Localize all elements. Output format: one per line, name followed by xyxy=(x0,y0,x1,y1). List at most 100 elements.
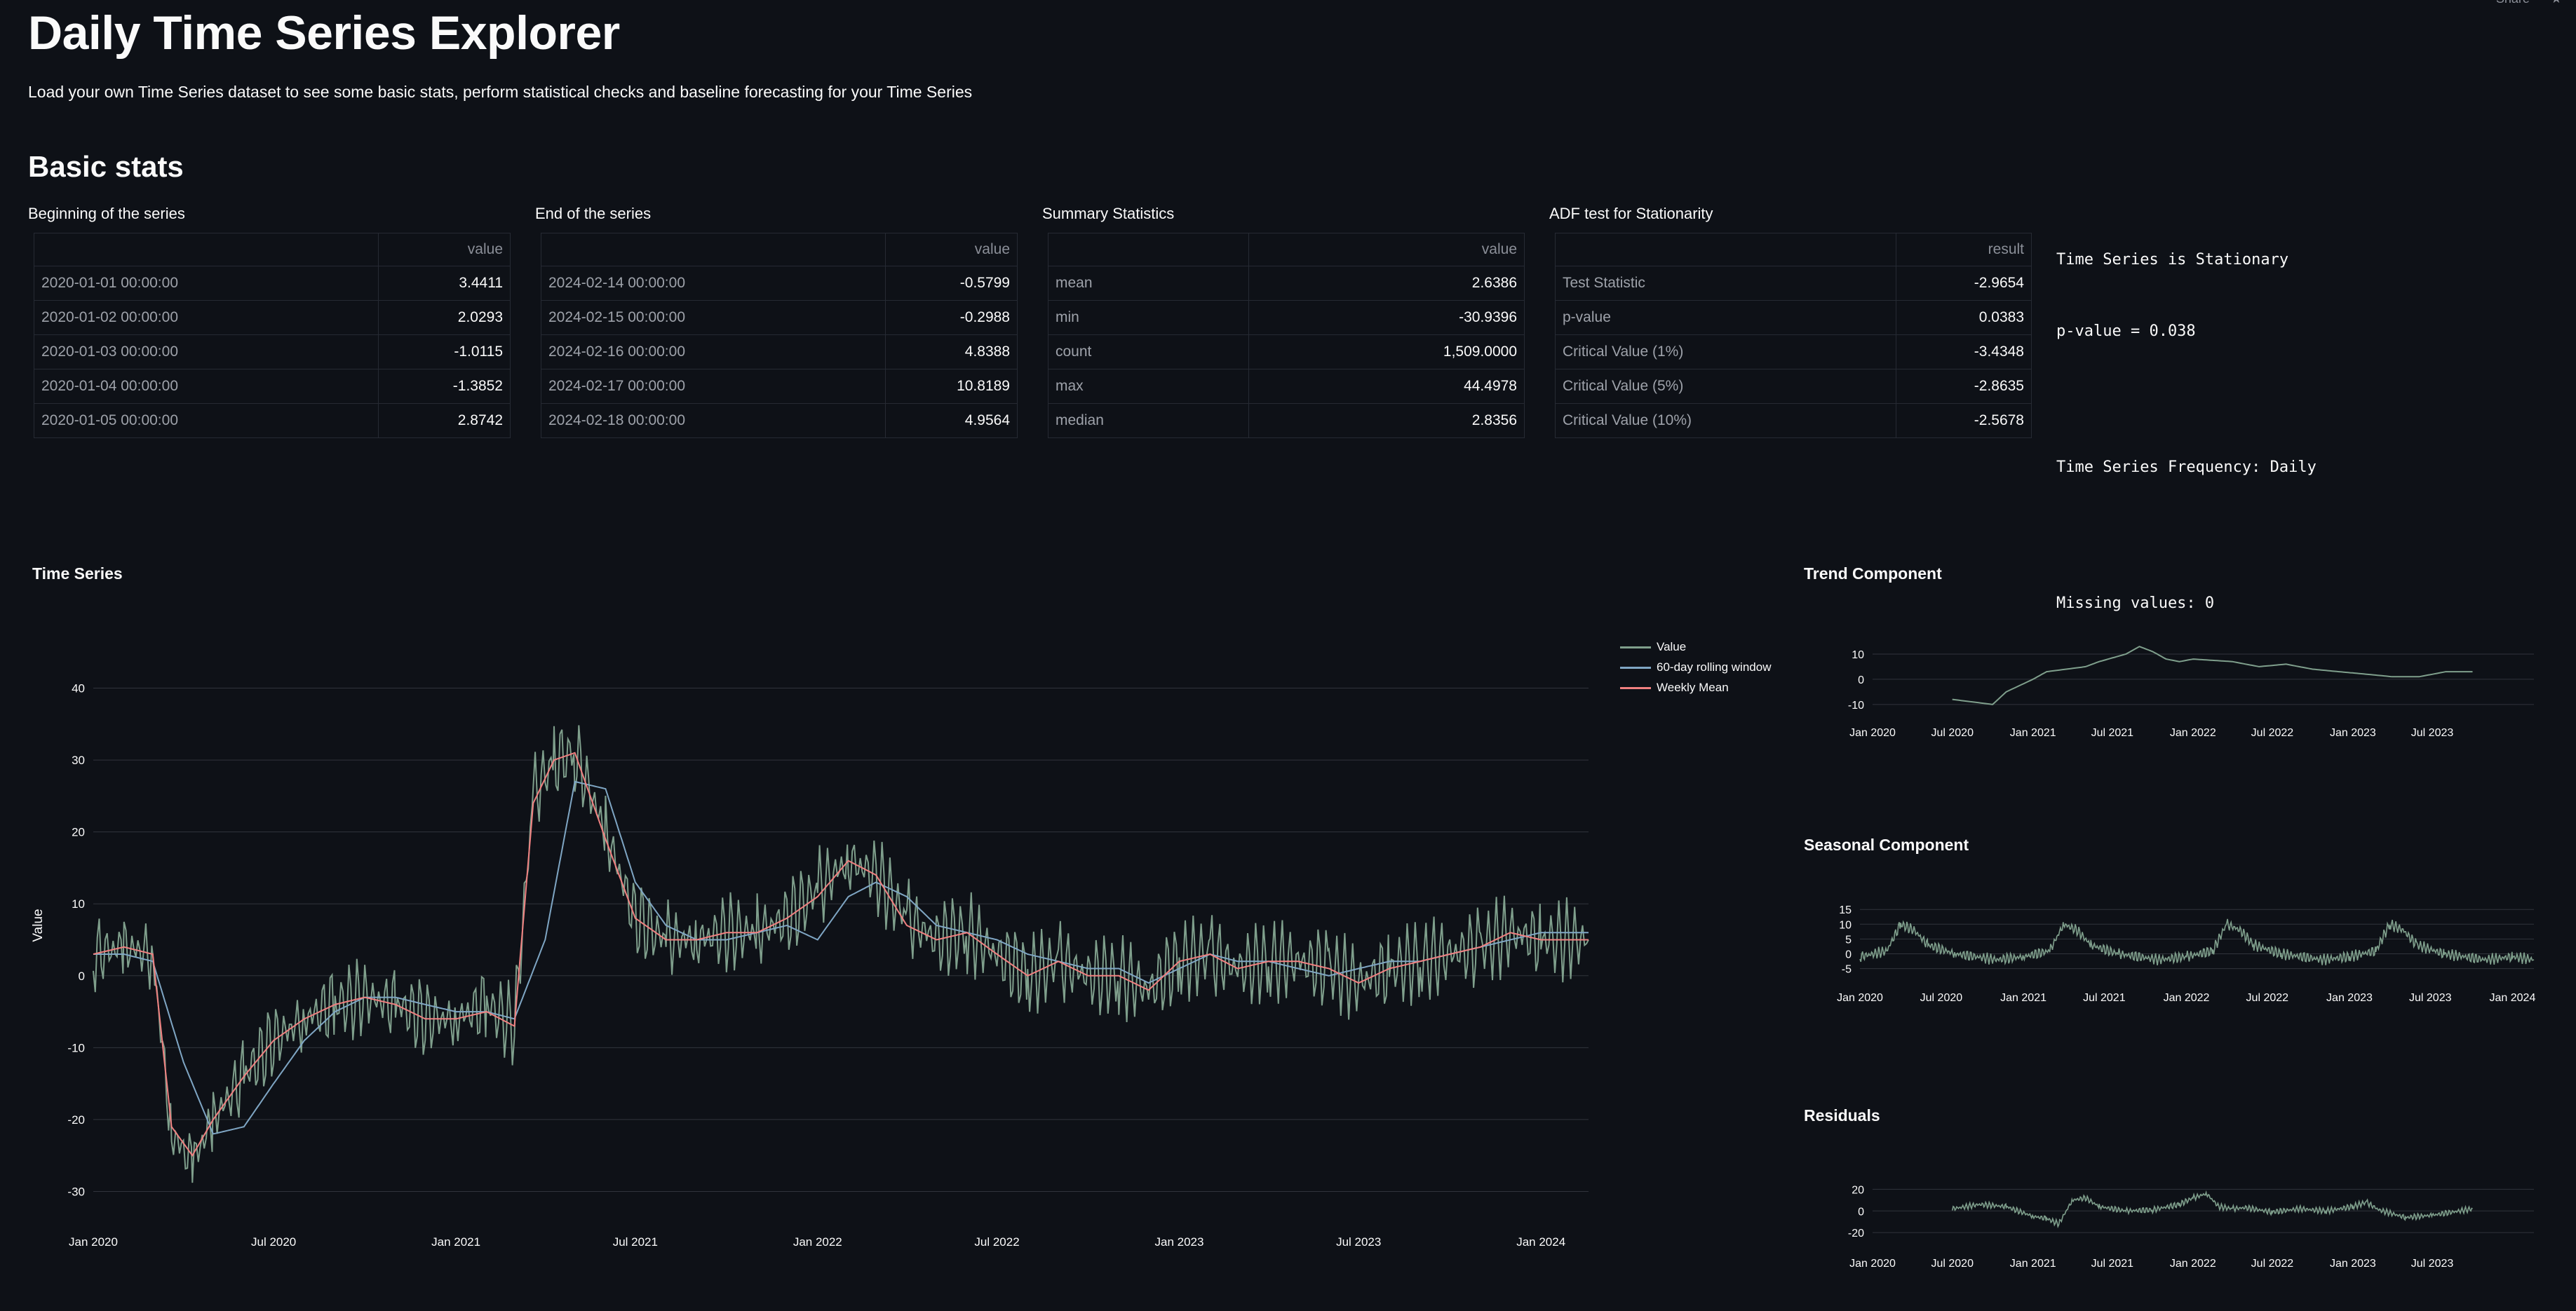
value-cell[interactable]: 2.8356 xyxy=(1248,403,1525,438)
table-row[interactable]: 2020-01-01 00:00:00 3.4411 xyxy=(34,266,511,301)
y-tick-label: -20 xyxy=(1848,1228,1864,1239)
column-header[interactable]: value xyxy=(378,233,511,266)
x-tick-label: Jan 2023 xyxy=(2330,727,2376,739)
column-header[interactable]: value xyxy=(885,233,1018,266)
x-tick-label: Jul 2021 xyxy=(2091,1258,2134,1270)
table-adf[interactable]: result Test Statistic -2.9654 p-value 0.038… xyxy=(1555,233,2032,438)
x-tick-label: Jul 2022 xyxy=(2251,727,2294,739)
table-row[interactable]: 2020-01-05 00:00:00 2.8742 xyxy=(34,403,511,438)
row-index-cell[interactable]: median xyxy=(1048,403,1249,438)
table-row[interactable]: p-value 0.0383 xyxy=(1555,300,2032,335)
x-tick-label: Jan 2023 xyxy=(1155,1235,1204,1249)
row-index-cell[interactable]: 2024-02-15 00:00:00 xyxy=(541,300,886,335)
row-index-cell[interactable]: p-value xyxy=(1555,300,1896,335)
table-row[interactable]: Critical Value (10%) -2.5678 xyxy=(1555,403,2032,438)
column-header[interactable]: result xyxy=(1896,233,2032,266)
row-index-cell[interactable]: 2020-01-01 00:00:00 xyxy=(34,266,379,301)
table-beginning[interactable]: value 2020-01-01 00:00:00 3.4411 2020-01-0… xyxy=(34,233,511,438)
x-tick-label: Jul 2020 xyxy=(1931,727,1974,739)
star-icon[interactable]: ★ xyxy=(2551,0,2562,6)
value-cell[interactable]: 2.6386 xyxy=(1248,266,1525,301)
series-line-1 xyxy=(93,725,1589,1183)
row-index-cell[interactable]: Critical Value (1%) xyxy=(1555,334,1896,369)
table-end[interactable]: value 2024-02-14 00:00:00 -0.5799 2024-02-… xyxy=(541,233,1018,438)
info-line-frequency: Time Series Frequency: Daily xyxy=(2056,458,2317,476)
table-row[interactable]: 2024-02-15 00:00:00 -0.2988 xyxy=(541,300,1018,335)
value-cell[interactable]: -0.2988 xyxy=(885,300,1018,335)
value-cell[interactable]: -1.0115 xyxy=(378,334,511,369)
value-cell[interactable]: 4.9564 xyxy=(885,403,1018,438)
table-row[interactable]: 2024-02-16 00:00:00 4.8388 xyxy=(541,334,1018,369)
x-tick-label: Jan 2021 xyxy=(431,1235,480,1249)
x-tick-label: Jul 2023 xyxy=(2409,992,2452,1004)
table-row[interactable]: 2020-01-03 00:00:00 -1.0115 xyxy=(34,334,511,369)
value-cell[interactable]: 2.0293 xyxy=(378,300,511,335)
table-row[interactable]: 2020-01-04 00:00:00 -1.3852 xyxy=(34,369,511,404)
row-index-cell[interactable]: Critical Value (10%) xyxy=(1555,403,1896,438)
value-cell[interactable]: -2.8635 xyxy=(1896,369,2032,404)
row-index-cell[interactable]: mean xyxy=(1048,266,1249,301)
value-cell[interactable]: -2.9654 xyxy=(1896,266,2032,301)
row-index-cell[interactable]: 2020-01-02 00:00:00 xyxy=(34,300,379,335)
value-cell[interactable]: -1.3852 xyxy=(378,369,511,404)
seasonal-chart[interactable]: -5 0 5 10 15 Jan 2020 Jul 2020 Jan 2021 Jul 2021… xyxy=(1795,889,2576,1015)
x-tick-label: Jul 2020 xyxy=(1920,992,1963,1004)
row-index-cell[interactable]: count xyxy=(1048,334,1249,369)
row-index-cell[interactable]: Test Statistic xyxy=(1555,266,1896,301)
y-tick-label: 0 xyxy=(1845,949,1852,960)
y-tick-label: 0 xyxy=(79,970,85,983)
x-tick-label: Jan 2020 xyxy=(1837,992,1883,1004)
table-caption-summary: Summary Statistics xyxy=(1042,205,1175,222)
y-tick-label: 30 xyxy=(72,754,85,767)
table-row[interactable]: max 44.4978 xyxy=(1048,369,1525,404)
row-index-cell[interactable]: 2024-02-17 00:00:00 xyxy=(541,369,886,404)
value-cell[interactable]: 0.0383 xyxy=(1896,300,2032,335)
trend-chart[interactable]: -10 0 10 Jan 2020 Jul 2020 Jan 2021 Jul 2021 Ja… xyxy=(1795,617,2576,743)
table-row[interactable]: 2024-02-14 00:00:00 -0.5799 xyxy=(541,266,1018,301)
table-row[interactable]: 2020-01-02 00:00:00 2.0293 xyxy=(34,300,511,335)
row-index-cell[interactable]: 2024-02-16 00:00:00 xyxy=(541,334,886,369)
table-summary[interactable]: value mean 2.6386 min -30.9396 count 1,509.00… xyxy=(1048,233,1525,438)
value-cell[interactable]: -3.4348 xyxy=(1896,334,2032,369)
row-index-cell[interactable]: Critical Value (5%) xyxy=(1555,369,1896,404)
table-row[interactable]: median 2.8356 xyxy=(1048,403,1525,438)
row-index-cell[interactable]: 2020-01-05 00:00:00 xyxy=(34,403,379,438)
time-series-chart[interactable]: -30 -20 -10 0 10 20 30 40 Jan 2020 Jul 2020 Jan 20… xyxy=(0,596,1795,1297)
value-cell[interactable]: 10.8189 xyxy=(885,369,1018,404)
residuals-chart[interactable]: -20 0 20 Jan 2020 Jul 2020 Jan 2021 Jul 2021 Ja… xyxy=(1795,1160,2576,1286)
table-row[interactable]: count 1,509.0000 xyxy=(1048,334,1525,369)
y-tick-label: -10 xyxy=(1848,700,1864,712)
value-cell[interactable]: 1,509.0000 xyxy=(1248,334,1525,369)
time-series-chart-title: Time Series xyxy=(32,564,123,583)
value-cell[interactable]: 2.8742 xyxy=(378,403,511,438)
value-cell[interactable]: 4.8388 xyxy=(885,334,1018,369)
table-row[interactable]: min -30.9396 xyxy=(1048,300,1525,335)
top-toolbar: Share ★ xyxy=(2496,0,2562,10)
table-row[interactable]: mean 2.6386 xyxy=(1048,266,1525,301)
legend-swatch xyxy=(1620,646,1651,649)
row-index-cell[interactable]: 2020-01-03 00:00:00 xyxy=(34,334,379,369)
value-cell[interactable]: 3.4411 xyxy=(378,266,511,301)
table-row[interactable]: 2024-02-17 00:00:00 10.8189 xyxy=(541,369,1018,404)
y-tick-label: 20 xyxy=(72,826,85,839)
value-cell[interactable]: 44.4978 xyxy=(1248,369,1525,404)
table-row[interactable]: Critical Value (1%) -3.4348 xyxy=(1555,334,2032,369)
x-tick-label: Jan 2021 xyxy=(2010,727,2056,739)
column-header[interactable]: value xyxy=(1248,233,1525,266)
row-index-cell[interactable]: 2020-01-04 00:00:00 xyxy=(34,369,379,404)
legend-swatch xyxy=(1620,667,1651,670)
value-cell[interactable]: -0.5799 xyxy=(885,266,1018,301)
row-index-cell[interactable]: 2024-02-14 00:00:00 xyxy=(541,266,886,301)
row-index-cell[interactable]: min xyxy=(1048,300,1249,335)
x-tick-label: Jan 2020 xyxy=(1849,727,1896,739)
table-row[interactable]: Test Statistic -2.9654 xyxy=(1555,266,2032,301)
share-button[interactable]: Share xyxy=(2496,0,2530,6)
x-tick-label: Jul 2020 xyxy=(251,1235,296,1249)
row-index-cell[interactable]: 2024-02-18 00:00:00 xyxy=(541,403,886,438)
value-cell[interactable]: -30.9396 xyxy=(1248,300,1525,335)
x-tick-label: Jan 2023 xyxy=(2330,1258,2376,1270)
table-row[interactable]: 2024-02-18 00:00:00 4.9564 xyxy=(541,403,1018,438)
row-index-cell[interactable]: max xyxy=(1048,369,1249,404)
value-cell[interactable]: -2.5678 xyxy=(1896,403,2032,438)
table-row[interactable]: Critical Value (5%) -2.8635 xyxy=(1555,369,2032,404)
